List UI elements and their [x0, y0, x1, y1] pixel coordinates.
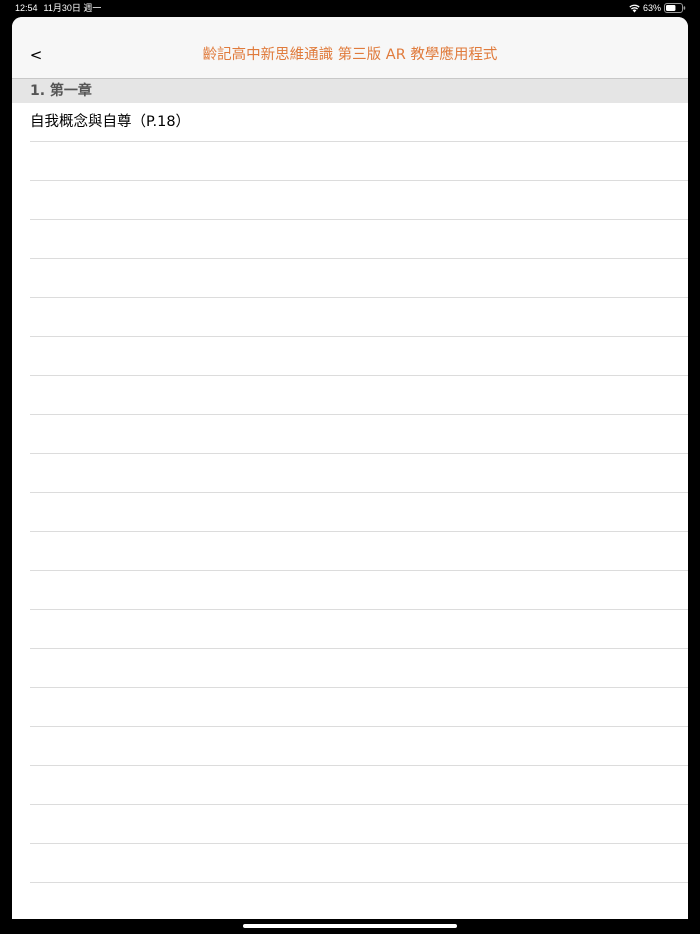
wifi-icon — [629, 4, 640, 12]
back-button[interactable]: < — [26, 45, 46, 65]
list-item[interactable] — [12, 805, 688, 844]
list-item[interactable] — [12, 766, 688, 805]
list-item[interactable] — [12, 220, 688, 259]
list-item[interactable] — [12, 337, 688, 376]
battery-fill — [666, 5, 676, 11]
list-item[interactable] — [12, 259, 688, 298]
chapter-list: 自我概念與自尊（P.18） — [12, 103, 688, 883]
status-date: 11月30日 週一 — [43, 3, 102, 13]
list-item[interactable] — [12, 493, 688, 532]
list-item[interactable] — [12, 415, 688, 454]
section-header: 1. 第一章 — [12, 79, 688, 103]
list-item[interactable] — [12, 571, 688, 610]
battery-icon — [664, 3, 686, 13]
home-indicator[interactable] — [243, 924, 457, 928]
battery-percentage: 63% — [642, 3, 661, 13]
list-item[interactable] — [12, 844, 688, 883]
list-item[interactable] — [12, 727, 688, 766]
status-bar: 12:54 11月30日 週一 63% — [0, 0, 700, 16]
section-title: 1. 第一章 — [30, 83, 92, 99]
status-right: 63% — [629, 0, 686, 16]
list-item[interactable] — [12, 454, 688, 493]
list-item[interactable]: 自我概念與自尊（P.18） — [12, 103, 688, 142]
list-item[interactable] — [12, 376, 688, 415]
list-item[interactable] — [12, 142, 688, 181]
list-item[interactable] — [12, 610, 688, 649]
status-left: 12:54 11月30日 週一 — [15, 0, 107, 16]
navigation-bar: < 齡記高中新思維通識 第三版 AR 教學應用程式 — [12, 17, 688, 79]
list-item-label: 自我概念與自尊（P.18） — [30, 114, 191, 130]
page-title: 齡記高中新思維通識 第三版 AR 教學應用程式 — [202, 47, 498, 63]
list-item[interactable] — [12, 532, 688, 571]
main-sheet: < 齡記高中新思維通識 第三版 AR 教學應用程式 1. 第一章 自我概念與自尊… — [12, 17, 688, 919]
list-item[interactable] — [12, 181, 688, 220]
list-item[interactable] — [12, 298, 688, 337]
list-item[interactable] — [12, 649, 688, 688]
status-time: 12:54 — [15, 3, 38, 13]
list-item[interactable] — [12, 688, 688, 727]
